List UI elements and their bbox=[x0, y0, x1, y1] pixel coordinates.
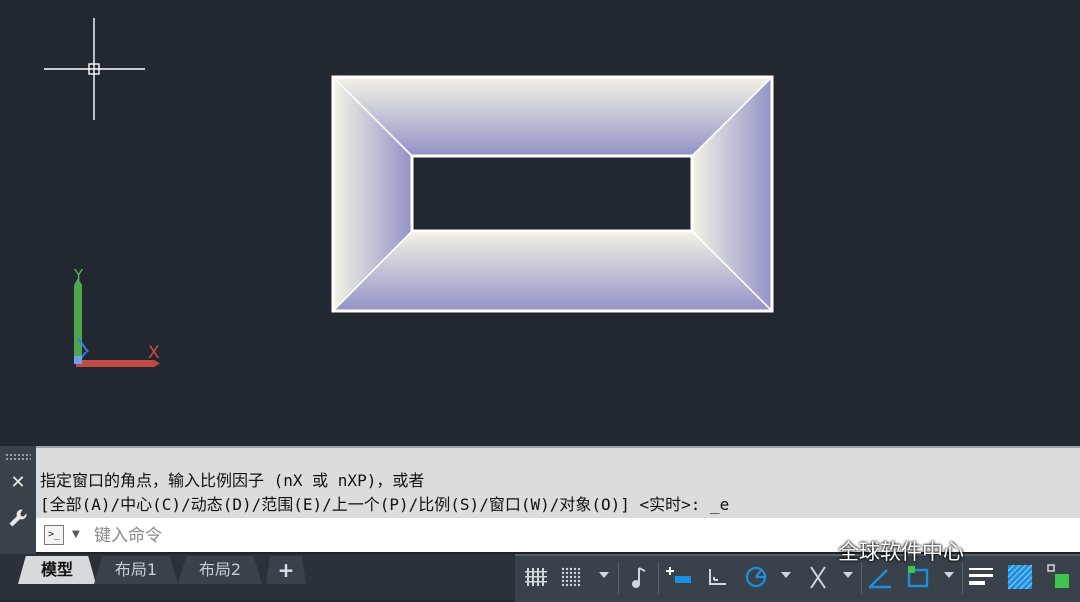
status-divider bbox=[658, 562, 659, 594]
ortho-mode-icon[interactable] bbox=[702, 562, 732, 592]
object-snap-tracking-icon[interactable] bbox=[865, 562, 895, 592]
tab-layout1[interactable]: 布局1 bbox=[94, 556, 178, 584]
close-icon[interactable]: ✕ bbox=[7, 472, 29, 494]
tab-model[interactable]: 模型 bbox=[18, 556, 96, 584]
polar-dropdown-chevron-icon[interactable] bbox=[781, 572, 791, 578]
ucs-x-label: X bbox=[148, 343, 160, 363]
command-history-line: [全部(A)/中心(C)/动态(D)/范围(E)/上一个(P)/比例(S)/窗口… bbox=[40, 495, 730, 514]
watermark-text: 全球软件中心 bbox=[838, 540, 964, 564]
selection-cycling-icon[interactable] bbox=[1043, 562, 1073, 592]
isometric-drafting-icon[interactable] bbox=[803, 562, 833, 592]
grid-display-icon[interactable] bbox=[522, 562, 552, 592]
command-history: 指定窗口的角点，输入比例因子 (nX 或 nXP)，或者 [全部(A)/中心(C… bbox=[36, 446, 1080, 518]
object-snap-icon[interactable] bbox=[904, 562, 934, 592]
snap-dropdown-chevron-icon[interactable] bbox=[599, 572, 609, 578]
polar-tracking-icon[interactable] bbox=[741, 562, 771, 592]
command-history-line: 指定窗口的角点，输入比例因子 (nX 或 nXP)，或者 bbox=[40, 471, 425, 490]
tab-layout2[interactable]: 布局2 bbox=[178, 556, 262, 584]
ucs-y-label: Y bbox=[73, 266, 84, 284]
frame-inner-edge bbox=[410, 154, 694, 233]
dynamic-input-icon[interactable] bbox=[664, 562, 694, 592]
infer-constraints-icon[interactable] bbox=[625, 562, 655, 592]
drawing-canvas[interactable]: Y X bbox=[0, 0, 1080, 446]
transparency-icon[interactable] bbox=[1005, 562, 1035, 592]
command-panel-grip[interactable]: ✕ bbox=[0, 446, 36, 554]
lineweight-icon[interactable] bbox=[966, 562, 996, 592]
status-divider bbox=[962, 562, 963, 594]
command-prompt-icon[interactable]: >_ bbox=[44, 525, 64, 545]
frame-shape[interactable] bbox=[331, 75, 774, 313]
add-layout-button[interactable]: + bbox=[266, 556, 306, 584]
chevron-down-icon[interactable]: ▼ bbox=[72, 525, 80, 545]
drag-handle-icon[interactable] bbox=[5, 453, 31, 461]
ucs-icon: Y X bbox=[73, 266, 160, 367]
model-space: Y X bbox=[44, 18, 774, 367]
command-input[interactable] bbox=[92, 522, 796, 550]
status-tray bbox=[515, 554, 1080, 602]
wrench-icon[interactable] bbox=[6, 506, 30, 530]
status-divider bbox=[618, 562, 619, 594]
osnap-dropdown-chevron-icon[interactable] bbox=[944, 572, 954, 578]
crosshair-cursor bbox=[44, 18, 145, 120]
isometric-dropdown-chevron-icon[interactable] bbox=[843, 572, 853, 578]
snap-mode-icon[interactable] bbox=[557, 562, 587, 592]
status-divider bbox=[861, 562, 862, 594]
